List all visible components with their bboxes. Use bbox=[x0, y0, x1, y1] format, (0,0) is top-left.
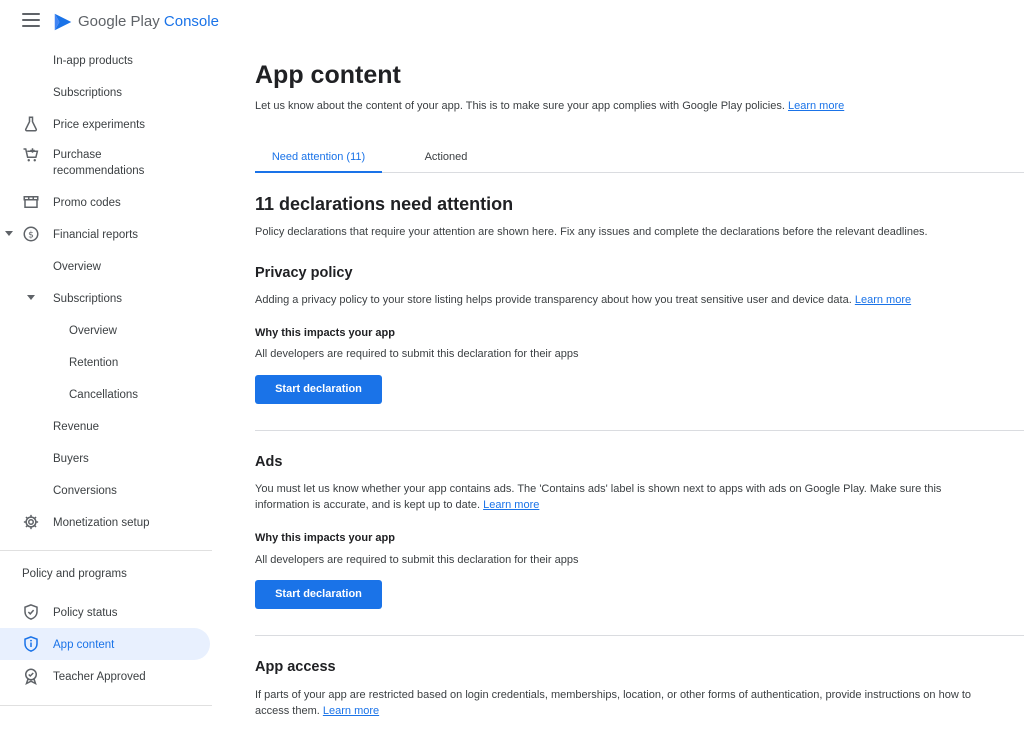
sidebar-divider bbox=[0, 705, 212, 706]
tab-need-attention[interactable]: Need attention (11) bbox=[255, 141, 382, 173]
caret-down-icon[interactable] bbox=[27, 295, 35, 300]
page-title: App content bbox=[255, 61, 401, 89]
shield-info-icon bbox=[24, 636, 38, 652]
sidebar-item-label: Subscriptions bbox=[53, 293, 123, 305]
section-divider bbox=[255, 430, 1024, 431]
caret-down-icon[interactable] bbox=[5, 231, 13, 236]
sidebar-item-teacher-approved[interactable]: Teacher Approved bbox=[0, 660, 212, 692]
play-console-logo-icon bbox=[54, 13, 72, 31]
sidebar-item-policy-status[interactable]: Policy status bbox=[0, 596, 212, 628]
sidebar-item-label: Purchase recommendations bbox=[53, 149, 145, 177]
sidebar-item-overview[interactable]: Overview bbox=[0, 250, 212, 282]
sidebar-item-label: In-app products bbox=[53, 55, 133, 67]
main-content: App content Let us know about the conten… bbox=[255, 0, 1024, 731]
ads-description: You must let us know whether your app co… bbox=[255, 481, 985, 513]
flask-icon bbox=[24, 116, 38, 132]
sidebar-item-conversions[interactable]: Conversions bbox=[0, 474, 212, 506]
start-declaration-button[interactable]: Start declaration bbox=[255, 375, 382, 404]
app-access-title: App access bbox=[255, 659, 336, 675]
badge-check-icon bbox=[25, 668, 37, 685]
store-icon bbox=[23, 196, 39, 208]
sidebar-item-label: Revenue bbox=[53, 421, 100, 433]
learn-more-link[interactable]: Learn more bbox=[483, 499, 539, 511]
sidebar-item-label: Conversions bbox=[53, 485, 117, 497]
app-access-description: If parts of your app are restricted base… bbox=[255, 687, 985, 719]
sidebar-item-label: Overview bbox=[69, 325, 117, 337]
sidebar: In-app products Subscriptions Price expe… bbox=[0, 44, 212, 731]
sidebar-item-label: Retention bbox=[69, 357, 119, 369]
sidebar-item-buyers[interactable]: Buyers bbox=[0, 442, 212, 474]
brand-product: Console bbox=[163, 13, 219, 30]
sidebar-divider bbox=[0, 550, 212, 551]
privacy-policy-description: Adding a privacy policy to your store li… bbox=[255, 292, 911, 308]
start-declaration-button[interactable]: Start declaration bbox=[255, 580, 382, 609]
learn-more-link[interactable]: Learn more bbox=[788, 100, 844, 112]
shield-check-icon bbox=[24, 604, 38, 620]
privacy-policy-description-text: Adding a privacy policy to your store li… bbox=[255, 294, 852, 306]
learn-more-link[interactable]: Learn more bbox=[323, 705, 379, 717]
sidebar-item-retention[interactable]: Retention bbox=[0, 346, 212, 378]
sidebar-item-label: Promo codes bbox=[53, 197, 121, 209]
tab-bar: Need attention (11) Actioned bbox=[255, 141, 1024, 173]
sidebar-item-subscriptions[interactable]: Subscriptions bbox=[0, 76, 212, 108]
sidebar-item-label: Buyers bbox=[53, 453, 89, 465]
privacy-policy-title: Privacy policy bbox=[255, 265, 353, 281]
sidebar-item-label: Policy status bbox=[53, 607, 118, 619]
sidebar-item-monetization-setup[interactable]: Monetization setup bbox=[0, 506, 212, 538]
sidebar-item-promo-codes[interactable]: Promo codes bbox=[0, 186, 212, 218]
dollar-circle-icon: $ bbox=[23, 226, 39, 242]
sidebar-item-label: Subscriptions bbox=[53, 87, 123, 99]
sidebar-item-purchase-recommendations[interactable]: Purchase recommendations bbox=[0, 144, 212, 184]
page-description: Let us know about the content of your ap… bbox=[255, 100, 844, 112]
sidebar-section-title: Policy and programs bbox=[22, 568, 127, 580]
sidebar-item-label: Teacher Approved bbox=[53, 671, 146, 683]
ads-description-text: You must let us know whether your app co… bbox=[255, 483, 942, 511]
brand-name: Google Play bbox=[78, 13, 160, 30]
sidebar-item-label: Price experiments bbox=[53, 119, 146, 131]
why-impacts-title: Why this impacts your app bbox=[255, 532, 395, 544]
tab-actioned[interactable]: Actioned bbox=[405, 141, 487, 173]
sidebar-item-label: Overview bbox=[53, 261, 101, 273]
section-divider bbox=[255, 635, 1024, 636]
svg-text:$: $ bbox=[28, 230, 34, 240]
page-description-text: Let us know about the content of your ap… bbox=[255, 100, 785, 112]
sidebar-item-revenue[interactable]: Revenue bbox=[0, 410, 212, 442]
sidebar-item-label: App content bbox=[53, 639, 115, 651]
sidebar-item-subscriptions-reports[interactable]: Subscriptions bbox=[0, 282, 212, 314]
learn-more-link[interactable]: Learn more bbox=[855, 294, 911, 306]
sidebar-item-app-content[interactable]: App content bbox=[0, 628, 210, 660]
sidebar-item-subscriptions-overview[interactable]: Overview bbox=[0, 314, 212, 346]
why-impacts-description: All developers are required to submit th… bbox=[255, 554, 579, 566]
sidebar-item-label: Monetization setup bbox=[53, 517, 150, 529]
gear-icon bbox=[23, 514, 39, 530]
declarations-title: 11 declarations need attention bbox=[255, 194, 514, 214]
menu-icon[interactable] bbox=[22, 13, 40, 27]
sidebar-item-label: Financial reports bbox=[53, 229, 139, 241]
sidebar-item-in-app-products[interactable]: In-app products bbox=[0, 44, 212, 76]
sidebar-item-cancellations[interactable]: Cancellations bbox=[0, 378, 212, 410]
ads-title: Ads bbox=[255, 454, 283, 470]
sidebar-item-price-experiments[interactable]: Price experiments bbox=[0, 108, 212, 140]
cart-icon bbox=[23, 148, 39, 162]
top-bar: Google Play Console bbox=[0, 0, 219, 44]
declarations-description: Policy declarations that require your at… bbox=[255, 226, 928, 238]
why-impacts-title: Why this impacts your app bbox=[255, 327, 395, 339]
why-impacts-description: All developers are required to submit th… bbox=[255, 348, 579, 360]
sidebar-item-financial-reports[interactable]: $ Financial reports bbox=[0, 218, 212, 250]
brand-title[interactable]: Google Play Console bbox=[78, 13, 219, 30]
sidebar-item-label: Cancellations bbox=[69, 389, 139, 401]
